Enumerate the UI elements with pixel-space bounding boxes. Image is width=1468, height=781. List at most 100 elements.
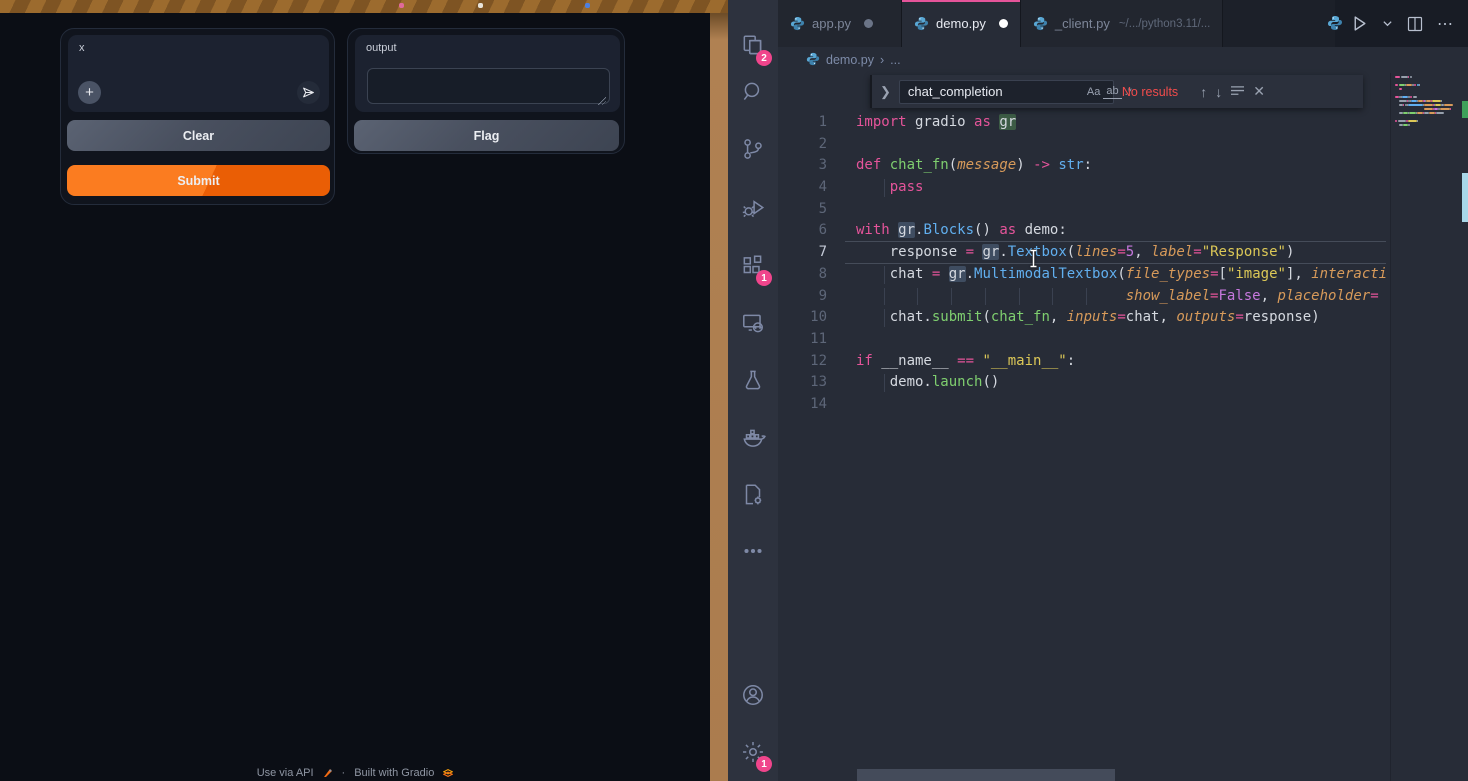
activity-run-debug-icon[interactable]	[728, 183, 778, 231]
paper-plane-icon	[302, 86, 315, 99]
code-line[interactable]: 11	[778, 329, 1388, 351]
line-number: 12	[778, 351, 827, 373]
code-line[interactable]: 2	[778, 134, 1388, 156]
python-icon	[806, 52, 820, 66]
run-dropdown-chevron-icon[interactable]	[1382, 18, 1393, 29]
line-number: 10	[778, 307, 827, 329]
code-token: ()	[974, 222, 999, 238]
code-line[interactable]: 10 chat.submit(chat_fn, inputs=chat, out…	[778, 307, 1388, 329]
tab-_client.py[interactable]: _client.py~/.../python3.11/...	[1021, 0, 1223, 47]
breadcrumb-file[interactable]: demo.py	[826, 53, 874, 67]
line-number: 13	[778, 372, 827, 394]
activity-badge: 1	[756, 270, 772, 286]
activity-badge: 1	[756, 756, 772, 772]
find-in-selection-button[interactable]	[1230, 85, 1245, 98]
editor-actions: ⋯	[1335, 0, 1468, 47]
code-line[interactable]: 8 chat = gr.MultimodalTextbox(file_types…	[778, 264, 1388, 286]
activity-source-control-icon[interactable]	[728, 125, 778, 173]
line-number: 14	[778, 394, 827, 416]
code-token: pass	[890, 179, 924, 195]
find-next-button[interactable]: ↓	[1215, 84, 1222, 100]
strip-speck	[478, 3, 483, 8]
code-token: [	[1219, 266, 1227, 282]
code-token: import	[856, 114, 907, 130]
code-token: gr	[898, 222, 915, 238]
flag-button[interactable]: Flag	[354, 120, 619, 151]
code-line[interactable]: 4 pass	[778, 177, 1388, 199]
clear-button[interactable]: Clear	[67, 120, 330, 151]
multimodal-textbox[interactable]: x +	[68, 35, 329, 112]
tab-demo.py[interactable]: demo.py	[902, 0, 1021, 47]
use-via-api-link[interactable]: Use via API	[257, 768, 314, 779]
minimap-line	[1395, 112, 1462, 115]
indent-guide	[1052, 288, 1053, 306]
desktop-gap	[710, 0, 728, 781]
python-icon	[790, 16, 805, 31]
toggle-replace-chevron-icon[interactable]: ❯	[880, 84, 891, 100]
breadcrumb[interactable]: demo.py › ...	[778, 47, 1468, 73]
match-case-toggle[interactable]: Aa	[1084, 85, 1103, 99]
activity-remote-explorer-icon[interactable]	[728, 299, 778, 347]
code-line[interactable]: 5	[778, 199, 1388, 221]
activity-account-icon[interactable]	[728, 671, 778, 719]
send-button[interactable]	[297, 81, 320, 104]
code-token: =	[1235, 309, 1243, 325]
code-token: gr	[999, 114, 1016, 130]
activity-settings-icon[interactable]: 1	[728, 728, 778, 776]
attach-file-button[interactable]: +	[78, 81, 101, 104]
modified-dot-icon[interactable]	[864, 19, 873, 28]
activity-more-icon[interactable]	[728, 527, 778, 575]
submit-button[interactable]: Submit	[67, 165, 330, 196]
tab-app.py[interactable]: app.py	[778, 0, 902, 47]
code-token	[881, 157, 889, 173]
activity-test-beaker-icon[interactable]	[728, 356, 778, 404]
code-line[interactable]: 13 demo.launch()	[778, 372, 1388, 394]
activity-file-settings-icon[interactable]	[728, 471, 778, 519]
activity-docker-icon[interactable]	[728, 414, 778, 462]
code-token: ,	[1261, 288, 1278, 304]
code-token: "__main__"	[982, 353, 1066, 369]
code-line[interactable]: 12if __name__ == "__main__":	[778, 351, 1388, 373]
code-line[interactable]: 9 show_label=False, placeholder=	[778, 286, 1388, 308]
breadcrumb-more[interactable]: ...	[890, 53, 900, 67]
split-editor-button[interactable]	[1407, 16, 1423, 32]
code-line[interactable]: 1import gradio as gr	[778, 112, 1388, 134]
code-token: chat,	[1126, 309, 1177, 325]
minimap-line	[1395, 104, 1462, 107]
code-line-current[interactable]: 7 response = gr.Textbox(lines=5, label="…	[778, 242, 1388, 264]
horizontal-scrollbar[interactable]	[857, 769, 1115, 781]
code-editor[interactable]: 1import gradio as gr23def chat_fn(messag…	[778, 73, 1388, 781]
run-python-file-button[interactable]	[1351, 15, 1368, 32]
output-textarea[interactable]	[367, 68, 610, 104]
built-with-gradio-link[interactable]: Built with Gradio	[354, 768, 434, 779]
browser-top-strip	[0, 0, 728, 13]
code-token: 5	[1126, 244, 1134, 260]
find-previous-button[interactable]: ↑	[1200, 84, 1207, 100]
activity-explorer-icon[interactable]: 2	[728, 22, 778, 70]
minimap-line	[1395, 120, 1462, 123]
code-token: show_label	[1126, 288, 1210, 304]
code-token: lines	[1075, 244, 1117, 260]
whole-word-toggle[interactable]: ab	[1103, 84, 1121, 99]
code-line[interactable]: 14	[778, 394, 1388, 416]
line-content	[856, 199, 1388, 221]
minimap-line	[1395, 88, 1462, 91]
rocket-icon	[323, 768, 333, 778]
resize-handle-icon[interactable]	[598, 97, 606, 105]
code-token: placeholder	[1277, 288, 1370, 304]
code-token: as	[974, 114, 991, 130]
activity-search-icon[interactable]	[728, 68, 778, 116]
activity-bar: 2 1 1	[728, 0, 778, 781]
output-label: output	[366, 42, 397, 54]
minimap[interactable]	[1390, 73, 1462, 781]
find-input[interactable]	[908, 84, 1084, 99]
more-actions-button[interactable]: ⋯	[1437, 14, 1454, 34]
vscode-window: 211 app.pydemo.py_client.py~/.../python3…	[728, 0, 1468, 781]
close-find-button[interactable]: ✕	[1253, 83, 1265, 100]
activity-extensions-icon[interactable]: 1	[728, 242, 778, 290]
strip-speck	[399, 3, 404, 8]
code-token: gr	[982, 244, 999, 260]
code-line[interactable]: 6with gr.Blocks() as demo:	[778, 220, 1388, 242]
code-line[interactable]: 3def chat_fn(message) -> str:	[778, 155, 1388, 177]
modified-dot-icon[interactable]	[999, 19, 1008, 28]
